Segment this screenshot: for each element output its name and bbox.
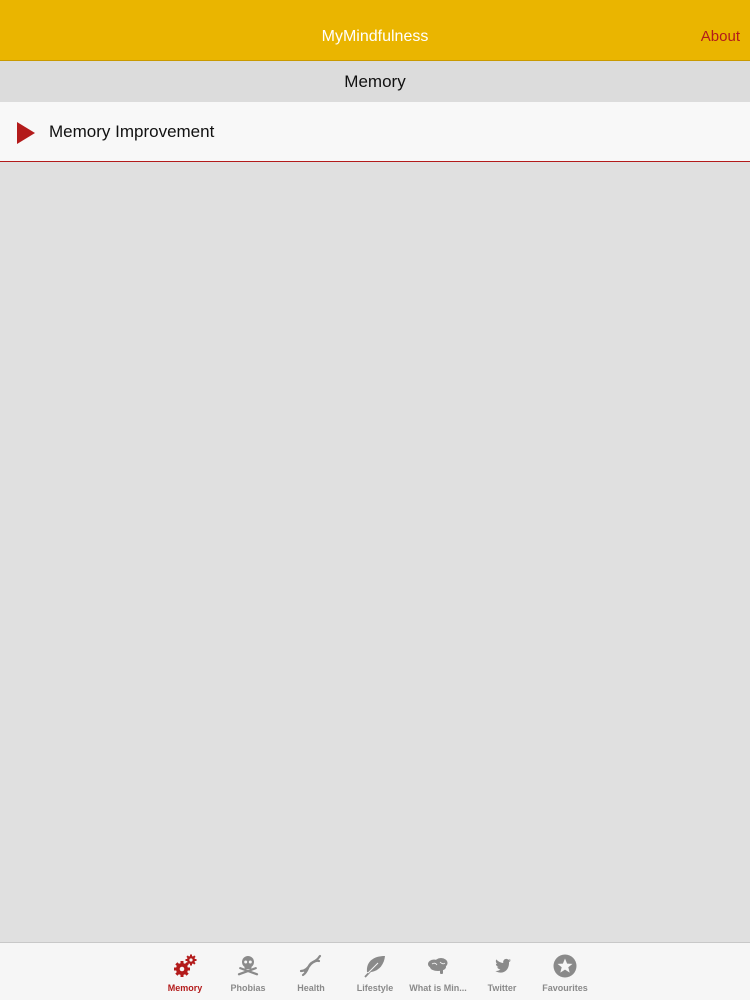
tab-lifestyle[interactable]: Lifestyle bbox=[343, 943, 407, 1000]
app-title: MyMindfulness bbox=[321, 28, 429, 45]
navigation-bar: MyMindfulness About bbox=[0, 0, 750, 61]
gears-icon bbox=[174, 954, 197, 977]
star-icon bbox=[553, 954, 577, 978]
dna-icon bbox=[299, 954, 322, 977]
brain-icon bbox=[428, 958, 448, 974]
skull-crossbones-icon bbox=[237, 956, 259, 976]
list-item-memory-improvement[interactable]: Memory Improvement bbox=[0, 102, 750, 162]
section-title: Memory bbox=[344, 72, 406, 91]
tab-what-is-mindfulness[interactable]: What is Min... bbox=[406, 943, 470, 1000]
tab-twitter[interactable]: Twitter bbox=[470, 943, 534, 1000]
leaf-icon bbox=[364, 956, 385, 978]
tab-health[interactable]: Health bbox=[279, 943, 343, 1000]
twitter-bird-icon bbox=[495, 958, 511, 973]
tab-bar: Memory Phobias Health Lifestyle What is … bbox=[0, 942, 750, 1000]
play-arrow-icon bbox=[17, 122, 35, 144]
about-button[interactable]: About bbox=[701, 28, 740, 45]
list-item-label: Memory Improvement bbox=[49, 122, 215, 141]
tab-memory[interactable]: Memory bbox=[153, 943, 217, 1000]
section-header: Memory bbox=[0, 61, 750, 102]
tab-phobias[interactable]: Phobias bbox=[216, 943, 280, 1000]
tab-favourites-label: Favourites bbox=[542, 983, 588, 993]
content-area bbox=[0, 162, 750, 942]
tab-favourites[interactable]: Favourites bbox=[533, 943, 597, 1000]
